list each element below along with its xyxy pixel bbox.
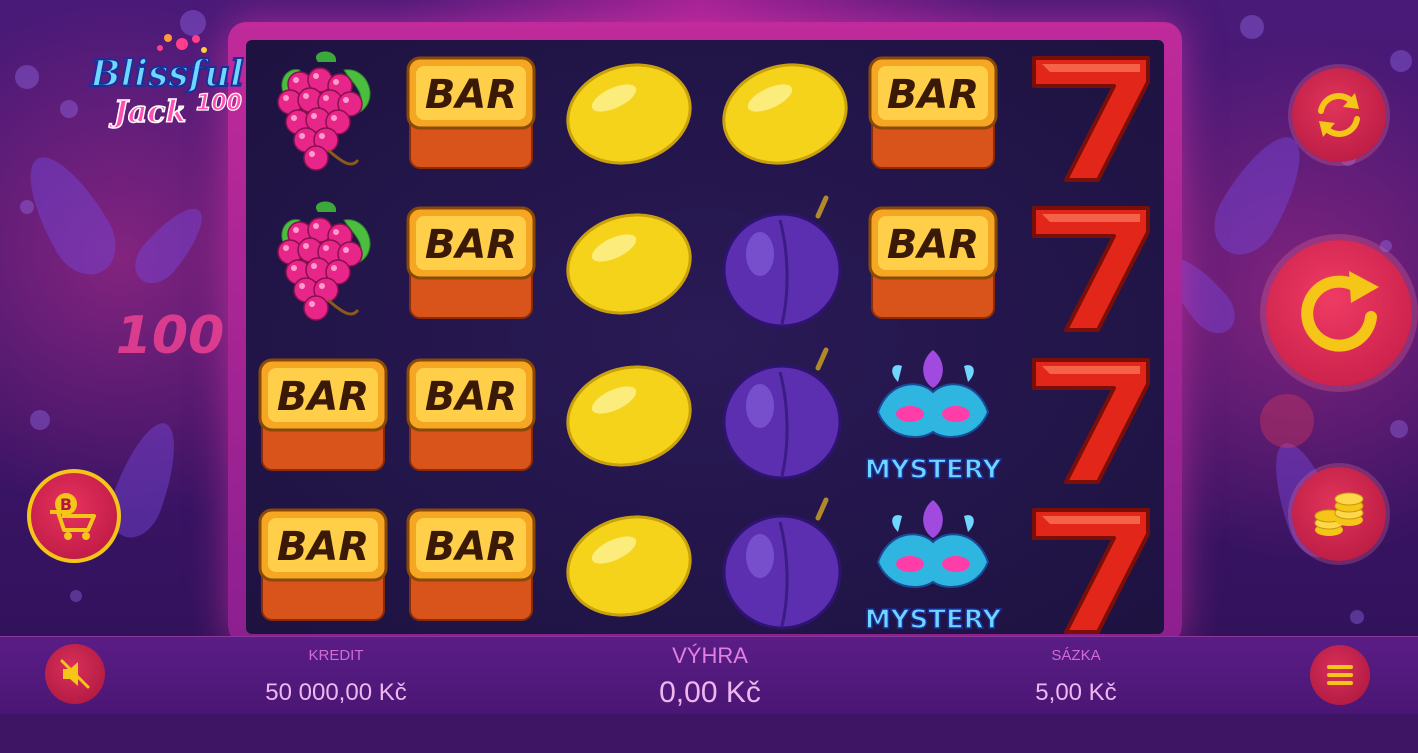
reel-symbol-bar: BAR <box>396 492 546 640</box>
decorative-circle <box>1260 394 1314 448</box>
reel-symbol-seven <box>1016 492 1166 640</box>
bar-icon: BAR <box>406 56 536 169</box>
reel-symbol-grapes <box>248 40 398 188</box>
logo-burst-icon <box>157 34 207 53</box>
bar-icon: BAR <box>406 358 536 471</box>
background-dot <box>1390 50 1412 72</box>
logo-line2: Jack <box>109 95 187 130</box>
reel-symbol-mystery: MYSTERY <box>858 342 1008 490</box>
logo-number: 100 <box>196 91 242 116</box>
mystery-symbol-text: MYSTERY <box>865 605 1003 635</box>
background-dot <box>1240 15 1264 39</box>
background-dot <box>1390 420 1408 438</box>
grapes-icon <box>277 51 371 171</box>
reel-symbol-grapes <box>248 190 398 338</box>
lemon-icon <box>566 365 692 467</box>
reel-symbol-lemon <box>554 492 704 640</box>
bar-icon: BAR <box>406 508 536 621</box>
mystery-icon: MYSTERY <box>864 500 1003 636</box>
mystery-icon: MYSTERY <box>864 350 1003 486</box>
credit-label: KREDIT <box>308 647 364 664</box>
bar-symbol-text: BAR <box>425 374 517 420</box>
hundred-decoration: 100 <box>116 306 225 366</box>
reel-symbol-bar: BAR <box>248 342 398 490</box>
bar-symbol-text: BAR <box>425 72 517 118</box>
reel-symbol-lemon <box>554 40 704 188</box>
sound-toggle-button[interactable] <box>45 644 105 704</box>
background-dot <box>60 100 78 118</box>
win-value: 0,00 Kč <box>659 676 761 709</box>
reel-symbol-plum <box>710 342 860 490</box>
reel-grid: BAR BAR BAR BAR BAR BAR MYSTERY BAR BAR MYSTERY <box>246 40 1166 636</box>
seven-icon <box>1032 358 1150 484</box>
plum-icon <box>722 195 842 328</box>
plum-icon <box>722 497 842 630</box>
bar-icon: BAR <box>406 206 536 319</box>
reel-symbol-lemon <box>710 40 860 188</box>
reel-symbol-bar: BAR <box>396 40 546 188</box>
seven-icon <box>1032 206 1150 332</box>
reel-symbol-bar: BAR <box>858 40 1008 188</box>
background-dot <box>30 410 50 430</box>
background-dot <box>1350 610 1364 624</box>
lemon-icon <box>722 63 848 165</box>
grapes-icon <box>277 201 371 321</box>
bar-icon: BAR <box>868 56 998 169</box>
reel-symbol-mystery: MYSTERY <box>858 492 1008 640</box>
lemon-icon <box>566 63 692 165</box>
seven-icon <box>1032 56 1150 182</box>
bet-value: 5,00 Kč <box>1035 679 1117 706</box>
reel-symbol-bar: BAR <box>858 190 1008 338</box>
hundred-decoration-text: 100 <box>116 306 225 366</box>
lemon-icon <box>566 213 692 315</box>
bar-symbol-text: BAR <box>277 524 369 570</box>
background-dot <box>20 200 34 214</box>
seven-icon <box>1032 508 1150 634</box>
background-dot <box>15 65 39 89</box>
bar-symbol-text: BAR <box>277 374 369 420</box>
cart-badge: B <box>60 495 72 514</box>
bar-symbol-text: BAR <box>425 524 517 570</box>
mystery-symbol-text: MYSTERY <box>865 455 1003 485</box>
reel-symbol-plum <box>710 492 860 640</box>
bottom-strip <box>0 714 1418 753</box>
reel-symbol-bar: BAR <box>396 342 546 490</box>
reel-symbol-seven <box>1016 40 1166 188</box>
lemon-icon <box>566 515 692 617</box>
menu-button[interactable] <box>1310 645 1370 705</box>
reel-symbol-seven <box>1016 190 1166 338</box>
autoplay-button[interactable] <box>1292 68 1386 162</box>
bar-symbol-text: BAR <box>887 72 979 118</box>
bet-label: SÁZKA <box>1051 647 1101 664</box>
reel-symbol-bar: BAR <box>396 190 546 338</box>
reel-symbol-plum <box>710 190 860 338</box>
reel-symbol-lemon <box>554 190 704 338</box>
spin-button[interactable] <box>1266 240 1412 386</box>
credit-value: 50 000,00 Kč <box>265 679 407 706</box>
bar-symbol-text: BAR <box>425 222 517 268</box>
bar-symbol-text: BAR <box>887 222 979 268</box>
hamburger-icon <box>1327 665 1353 685</box>
background-dot <box>1380 240 1392 252</box>
spin-arrow-icon <box>1301 271 1379 352</box>
logo-line1: Blissful <box>89 53 244 95</box>
bar-icon: BAR <box>258 508 388 621</box>
cart-icon: B <box>50 493 96 540</box>
autoplay-arrows-icon <box>1318 93 1360 137</box>
game-logo: Blissful Jack 100 <box>88 34 245 131</box>
speaker-muted-icon <box>60 659 90 689</box>
background-dot <box>70 590 82 602</box>
bonus-buy-button[interactable]: B <box>27 469 121 563</box>
coins-icon <box>1314 492 1364 536</box>
reel-symbol-bar: BAR <box>248 492 398 640</box>
reel-symbol-seven <box>1016 342 1166 490</box>
reel-symbol-lemon <box>554 342 704 490</box>
win-label: VÝHRA <box>672 643 748 668</box>
bar-icon: BAR <box>868 206 998 319</box>
bar-icon: BAR <box>258 358 388 471</box>
plum-icon <box>722 347 842 480</box>
bet-button[interactable] <box>1292 467 1386 561</box>
